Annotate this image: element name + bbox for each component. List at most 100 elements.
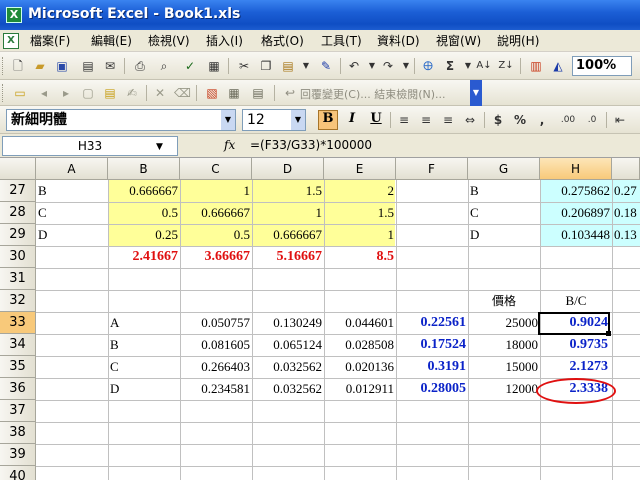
increase-decimal-icon[interactable]: .00	[560, 112, 576, 128]
update-file-icon[interactable]: ▦	[226, 85, 242, 101]
cell-d35[interactable]: 0.032562	[252, 356, 324, 378]
underline-button[interactable]: U	[366, 110, 386, 130]
comma-style-button[interactable]: ,	[534, 112, 550, 128]
toolbar-grip[interactable]	[2, 84, 5, 102]
column-header-c[interactable]: C	[180, 158, 252, 180]
menu-view[interactable]: 檢視(V)	[148, 33, 190, 49]
sort-descending-icon[interactable]: Z↓	[498, 58, 514, 74]
cell-e34[interactable]: 0.028508	[324, 334, 396, 356]
previous-comment-icon[interactable]: ◂	[36, 85, 52, 101]
row-header-30[interactable]: 30	[0, 246, 36, 268]
spelling-icon[interactable]: ✓	[182, 58, 198, 74]
cell-g33[interactable]: 25000	[468, 312, 540, 334]
cell-e35[interactable]: 0.020136	[324, 356, 396, 378]
currency-style-button[interactable]: $	[490, 112, 506, 128]
row-header-35[interactable]: 35	[0, 356, 36, 378]
cell-i29[interactable]: 0.13	[612, 224, 640, 246]
save-icon[interactable]: ▣	[54, 58, 70, 74]
paste-dropdown-icon[interactable]: ▼	[298, 58, 314, 74]
delete-comment-icon[interactable]: ✕	[152, 85, 168, 101]
print-icon[interactable]: ⎙	[132, 58, 148, 74]
menu-insert[interactable]: 插入(I)	[206, 33, 243, 49]
cell-g32[interactable]: 價格	[468, 290, 540, 312]
cell-g29[interactable]: D	[468, 224, 540, 246]
cell-g28[interactable]: C	[468, 202, 540, 224]
cell-d33[interactable]: 0.130249	[252, 312, 324, 334]
menu-edit[interactable]: 編輯(E)	[91, 33, 132, 49]
cell-a29[interactable]: D	[36, 224, 108, 246]
track-changes-icon[interactable]: ▧	[204, 85, 220, 101]
name-box[interactable]: H33	[2, 136, 178, 156]
cell-f33[interactable]: 0.22561	[396, 312, 468, 334]
cell-b28[interactable]: 0.5	[108, 202, 180, 224]
column-header-a[interactable]: A	[36, 158, 108, 180]
decrease-indent-icon[interactable]: ⇤	[612, 112, 628, 128]
cell-f35[interactable]: 0.3191	[396, 356, 468, 378]
cell-c29[interactable]: 0.5	[180, 224, 252, 246]
cut-icon[interactable]: ✂	[236, 58, 252, 74]
cell-a28[interactable]: C	[36, 202, 108, 224]
cell-b36[interactable]: D	[108, 378, 180, 400]
row-header-27[interactable]: 27	[0, 180, 36, 202]
chevron-down-icon[interactable]: ▼	[291, 110, 305, 130]
redo-dropdown-icon[interactable]: ▼	[398, 58, 414, 74]
reply-changes-icon[interactable]: ↩	[282, 85, 298, 101]
align-right-icon[interactable]: ≡	[440, 112, 456, 128]
cell-g27[interactable]: B	[468, 180, 540, 202]
cell-c30[interactable]: 3.66667	[180, 246, 252, 268]
show-comment-icon[interactable]: ▢	[80, 85, 96, 101]
permission-icon[interactable]: ▤	[80, 58, 96, 74]
cell-h29[interactable]: 0.103448	[540, 224, 612, 246]
name-box-dropdown-icon[interactable]: ▼	[156, 142, 163, 152]
cell-b29[interactable]: 0.25	[108, 224, 180, 246]
toolbar-grip[interactable]	[2, 57, 5, 75]
column-header-g[interactable]: G	[468, 158, 540, 180]
cell-c34[interactable]: 0.081605	[180, 334, 252, 356]
undo-dropdown-icon[interactable]: ▼	[364, 58, 380, 74]
show-all-comments-icon[interactable]: ▤	[102, 85, 118, 101]
row-header-40[interactable]: 40	[0, 466, 36, 480]
row-header-39[interactable]: 39	[0, 444, 36, 466]
percent-style-button[interactable]: %	[512, 112, 528, 128]
row-header-31[interactable]: 31	[0, 268, 36, 290]
cell-h28[interactable]: 0.206897	[540, 202, 612, 224]
cell-d27[interactable]: 1.5	[252, 180, 324, 202]
column-header-i[interactable]	[612, 158, 640, 180]
row-header-34[interactable]: 34	[0, 334, 36, 356]
show-ink-icon[interactable]: ✍	[124, 85, 140, 101]
cell-c35[interactable]: 0.266403	[180, 356, 252, 378]
cell-e27[interactable]: 2	[324, 180, 396, 202]
print-preview-icon[interactable]: ⌕	[156, 58, 172, 74]
cell-e30[interactable]: 8.5	[324, 246, 396, 268]
font-name-combo[interactable]: 新細明體 ▼	[6, 109, 236, 131]
new-document-icon[interactable]: 🗋	[10, 58, 26, 74]
font-size-combo[interactable]: 12 ▼	[242, 109, 306, 131]
cell-c33[interactable]: 0.050757	[180, 312, 252, 334]
cell-i27[interactable]: 0.27	[612, 180, 640, 202]
cell-a27[interactable]: B	[36, 180, 108, 202]
research-icon[interactable]: ▦	[206, 58, 222, 74]
worksheet-grid[interactable]: A B C D E F G H 27 28 29 30 31 32 33 34 …	[0, 158, 640, 480]
delete-ink-icon[interactable]: ⌫	[174, 85, 191, 101]
zoom-combo[interactable]: 100%	[572, 56, 632, 76]
cell-b35[interactable]: C	[108, 356, 180, 378]
row-header-28[interactable]: 28	[0, 202, 36, 224]
row-header-36[interactable]: 36	[0, 378, 36, 400]
bold-button[interactable]: B	[318, 110, 338, 130]
cell-d29[interactable]: 0.666667	[252, 224, 324, 246]
menu-tools[interactable]: 工具(T)	[321, 33, 362, 49]
cell-b34[interactable]: B	[108, 334, 180, 356]
cell-e36[interactable]: 0.012911	[324, 378, 396, 400]
redo-icon[interactable]: ↷	[380, 58, 396, 74]
menu-help[interactable]: 說明(H)	[497, 33, 539, 49]
menu-window[interactable]: 視窗(W)	[436, 33, 481, 49]
menu-file[interactable]: 檔案(F)	[30, 33, 70, 49]
excel-app-icon[interactable]: X	[6, 7, 22, 23]
email-icon[interactable]: ✉	[102, 58, 118, 74]
menu-format[interactable]: 格式(O)	[261, 33, 304, 49]
paste-icon[interactable]: ▤	[280, 58, 296, 74]
cell-c28[interactable]: 0.666667	[180, 202, 252, 224]
menu-data[interactable]: 資料(D)	[377, 33, 420, 49]
row-header-38[interactable]: 38	[0, 422, 36, 444]
review-buttons-label[interactable]: 回覆變更(C)... 結束檢閱(N)...	[300, 86, 446, 102]
